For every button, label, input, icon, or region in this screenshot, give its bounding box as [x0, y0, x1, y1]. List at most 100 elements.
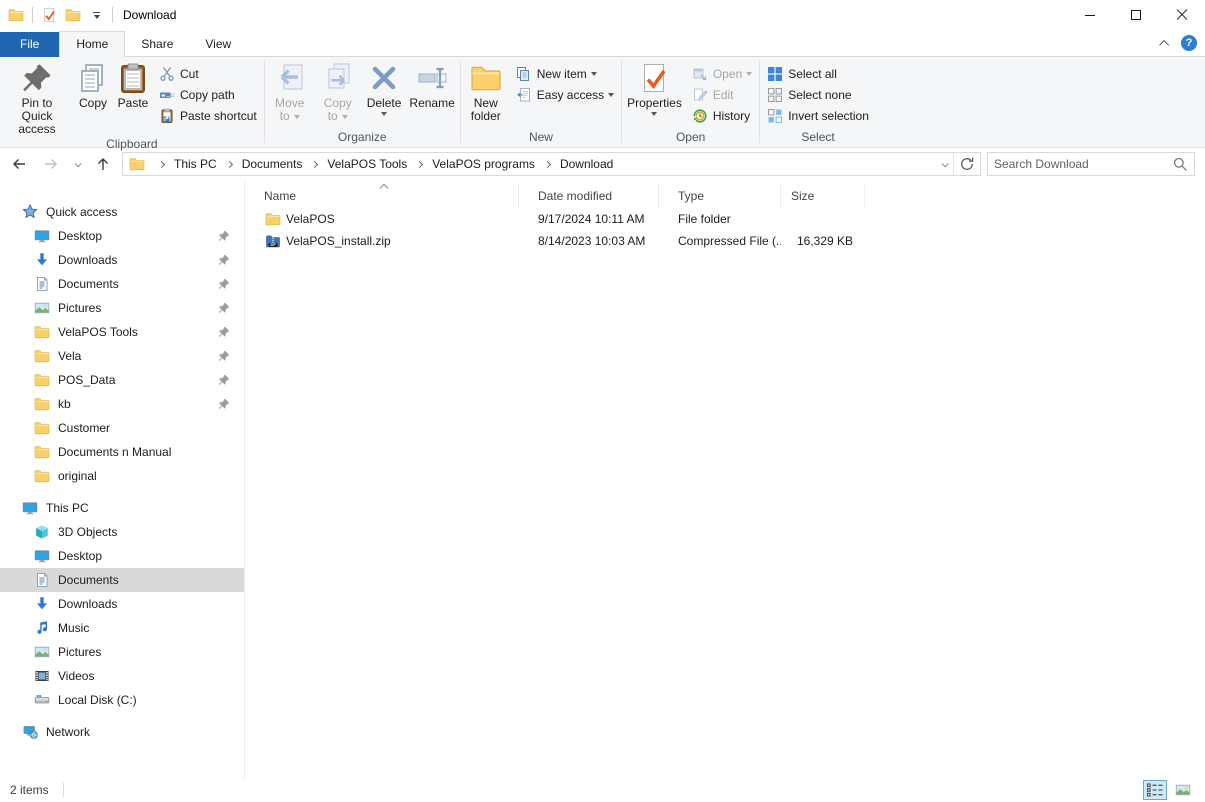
- network-icon: [22, 724, 38, 740]
- breadcrumb-velapos-programs[interactable]: VelaPOS programs: [430, 157, 537, 171]
- paste-button[interactable]: Paste: [113, 59, 153, 110]
- breadcrumb-download[interactable]: Download: [558, 157, 615, 171]
- item-label: kb: [58, 397, 71, 411]
- pin-to-quick-access-button[interactable]: Pin to Quick access: [1, 59, 73, 136]
- sidebar-item-3d-objects[interactable]: 3D Objects: [0, 520, 244, 544]
- search-icon[interactable]: [1172, 156, 1188, 172]
- item-label: Pictures: [58, 645, 101, 659]
- sidebar-item-kb[interactable]: kb: [0, 392, 244, 416]
- sidebar-item-local-disk-c[interactable]: Local Disk (C:): [0, 688, 244, 712]
- disk-icon: [34, 692, 50, 708]
- pushpin-icon: [21, 62, 53, 94]
- sidebar-item-vela[interactable]: Vela: [0, 344, 244, 368]
- maximize-button[interactable]: [1113, 0, 1159, 30]
- sidebar-section-quick-access[interactable]: Quick access: [0, 200, 244, 224]
- refresh-button[interactable]: [956, 151, 978, 177]
- address-dropdown[interactable]: [937, 151, 951, 177]
- details-view-button[interactable]: [1143, 780, 1167, 800]
- open-button[interactable]: Open: [686, 63, 758, 84]
- select-none-button[interactable]: Select none: [761, 84, 875, 105]
- close-button[interactable]: [1159, 0, 1205, 30]
- sidebar-item-documents-n-manual[interactable]: Documents n Manual: [0, 440, 244, 464]
- qat-properties-button[interactable]: [41, 7, 57, 23]
- breadcrumb-separator-icon: [158, 160, 165, 167]
- properties-button[interactable]: Properties: [623, 59, 686, 116]
- column-label: Date modified: [538, 189, 612, 203]
- breadcrumb-documents[interactable]: Documents: [240, 157, 305, 171]
- rename-button[interactable]: Rename: [405, 59, 458, 110]
- column-header-date-modified[interactable]: Date modified: [519, 184, 659, 208]
- tab-file[interactable]: File: [0, 32, 59, 57]
- sidebar-item-velapos-tools[interactable]: VelaPOS Tools: [0, 320, 244, 344]
- qat-customize-dropdown[interactable]: [93, 12, 100, 19]
- file-row-velapos-install-zip[interactable]: VelaPOS_install.zip 8/14/2023 10:03 AM C…: [245, 230, 1205, 252]
- pin-icon: [218, 326, 230, 338]
- new-folder-button[interactable]: New folder: [462, 59, 510, 123]
- sidebar-item-pos-data[interactable]: POS_Data: [0, 368, 244, 392]
- 3d-objects-icon: [34, 524, 50, 540]
- items-count: 2 items: [10, 783, 49, 797]
- breadcrumb-velapos-tools[interactable]: VelaPOS Tools: [325, 157, 409, 171]
- copy-icon: [77, 62, 109, 94]
- new-group-label: New: [462, 129, 620, 147]
- paste-icon: [117, 62, 149, 94]
- item-label: Desktop: [58, 229, 102, 243]
- tab-share[interactable]: Share: [125, 32, 189, 57]
- sidebar-item-pictures[interactable]: Pictures: [0, 296, 244, 320]
- column-header-size[interactable]: Size: [781, 184, 865, 208]
- thumbnail-view-icon: [1175, 782, 1191, 798]
- forward-button[interactable]: [38, 151, 64, 177]
- sidebar-item-pc-pictures[interactable]: Pictures: [0, 640, 244, 664]
- column-header-type[interactable]: Type: [659, 184, 781, 208]
- button-label: Easy access: [537, 88, 604, 102]
- easy-access-button[interactable]: Easy access: [510, 84, 620, 105]
- cut-button[interactable]: Cut: [153, 63, 263, 84]
- breadcrumb-this-pc[interactable]: This PC: [172, 157, 219, 171]
- address-bar[interactable]: This PC Documents VelaPOS Tools VelaPOS …: [122, 152, 981, 176]
- minimize-button[interactable]: [1067, 0, 1113, 30]
- app-folder-icon: [8, 7, 24, 23]
- sidebar-item-desktop[interactable]: Desktop: [0, 224, 244, 248]
- sidebar-item-pc-documents[interactable]: Documents: [0, 568, 244, 592]
- paste-shortcut-button[interactable]: Paste shortcut: [153, 105, 263, 126]
- breadcrumb-separator-icon: [311, 160, 318, 167]
- sidebar-item-pc-downloads[interactable]: Downloads: [0, 592, 244, 616]
- button-label: Delete: [367, 97, 402, 110]
- sidebar-item-original[interactable]: original: [0, 464, 244, 488]
- sidebar-section-network[interactable]: Network: [0, 720, 244, 744]
- sidebar-section-this-pc[interactable]: This PC: [0, 496, 244, 520]
- tab-home[interactable]: Home: [59, 31, 125, 57]
- delete-button[interactable]: Delete: [363, 59, 406, 116]
- copy-button[interactable]: Copy: [73, 59, 113, 110]
- column-header-name[interactable]: Name: [245, 184, 519, 208]
- delete-x-icon: [368, 62, 400, 94]
- recent-locations-dropdown[interactable]: [70, 151, 84, 177]
- copy-to-button[interactable]: Copy to: [314, 59, 362, 123]
- select-all-button[interactable]: Select all: [761, 63, 875, 84]
- qat-new-folder-button[interactable]: [65, 7, 81, 23]
- edit-button[interactable]: Edit: [686, 84, 758, 105]
- history-button[interactable]: History: [686, 105, 758, 126]
- ribbon: Pin to Quick access Copy Paste Cut: [0, 57, 1205, 148]
- tab-view[interactable]: View: [189, 32, 247, 57]
- button-label: History: [713, 109, 750, 123]
- copy-path-button[interactable]: Copy path: [153, 84, 263, 105]
- file-row-velapos[interactable]: VelaPOS 9/17/2024 10:11 AM File folder: [245, 208, 1205, 230]
- sidebar-item-customer[interactable]: Customer: [0, 416, 244, 440]
- sidebar-item-videos[interactable]: Videos: [0, 664, 244, 688]
- back-button[interactable]: [6, 151, 32, 177]
- sidebar-item-downloads[interactable]: Downloads: [0, 248, 244, 272]
- search-input[interactable]: [994, 157, 1172, 171]
- item-label: Documents: [58, 277, 119, 291]
- help-icon[interactable]: ?: [1181, 35, 1197, 51]
- sidebar-item-pc-desktop[interactable]: Desktop: [0, 544, 244, 568]
- collapse-ribbon-icon[interactable]: [1159, 39, 1169, 49]
- sidebar-item-music[interactable]: Music: [0, 616, 244, 640]
- large-icons-view-button[interactable]: [1171, 780, 1195, 800]
- move-to-button[interactable]: Move to: [266, 59, 314, 123]
- sidebar-item-documents[interactable]: Documents: [0, 272, 244, 296]
- up-button[interactable]: [90, 151, 116, 177]
- dropdown-caret-icon: [746, 72, 752, 76]
- new-item-button[interactable]: New item: [510, 63, 620, 84]
- invert-selection-button[interactable]: Invert selection: [761, 105, 875, 126]
